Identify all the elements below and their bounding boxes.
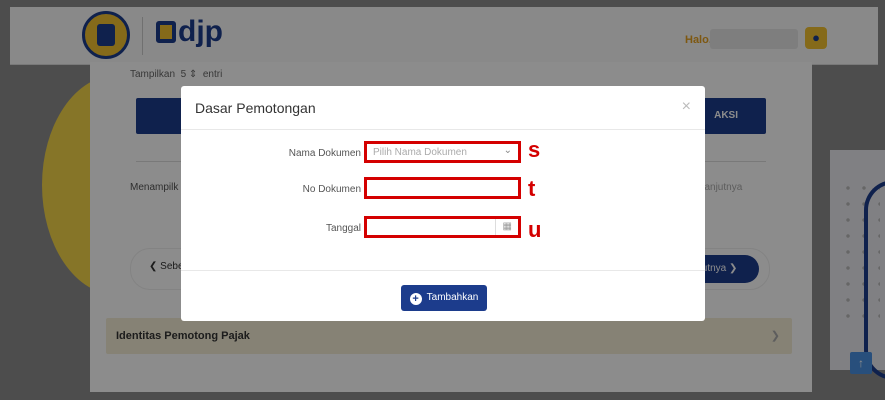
document-number-label: No Dokumen (302, 184, 361, 195)
modal-header-divider (181, 129, 705, 130)
document-name-placeholder: Pilih Nama Dokumen (373, 147, 467, 158)
annotation-t: t (528, 176, 536, 201)
close-icon[interactable]: × (682, 98, 691, 116)
annotation-s: s (528, 137, 541, 162)
date-input-separator (495, 219, 496, 235)
date-label: Tanggal (325, 223, 361, 234)
add-button[interactable]: + Tambahkan (401, 285, 487, 311)
document-name-select[interactable]: Pilih Nama Dokumen ⌄ (364, 141, 521, 163)
annotation-u: u (528, 217, 542, 242)
document-name-label: Nama Dokumen (288, 148, 361, 159)
modal-title: Dasar Pemotongan (195, 100, 316, 116)
date-input[interactable]: ▦ (364, 216, 521, 238)
add-button-label: Tambahkan (426, 292, 479, 303)
document-number-input[interactable] (364, 177, 521, 199)
plus-icon: + (409, 293, 422, 305)
modal-footer-divider (181, 270, 705, 271)
calendar-icon[interactable]: ▦ (503, 221, 512, 232)
dasar-pemotongan-modal: Dasar Pemotongan × Nama Dokumen Pilih Na… (181, 86, 705, 321)
chevron-down-icon: ⌄ (503, 145, 512, 156)
